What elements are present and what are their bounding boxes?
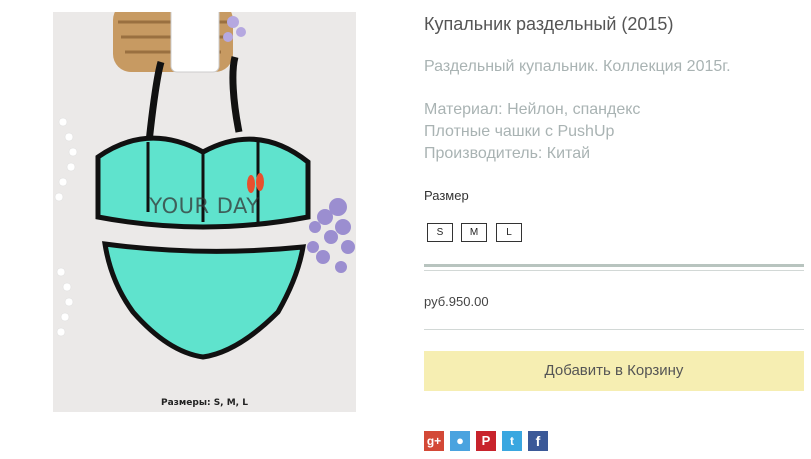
size-option-l[interactable]: L	[496, 223, 522, 242]
product-price: руб.950.00	[424, 294, 489, 309]
facebook-icon[interactable]: f	[528, 431, 548, 451]
odnoklassniki-icon[interactable]: ●	[450, 431, 470, 451]
add-to-cart-button[interactable]: Добавить в Корзину	[424, 351, 804, 391]
product-image[interactable]: YOUR DAY Размеры: S, M, L	[53, 12, 356, 412]
product-cups: Плотные чашки с PushUp	[424, 123, 615, 140]
image-caption: Размеры: S, M, L	[161, 398, 248, 408]
image-watermark: YOUR DAY	[149, 194, 260, 218]
bottle-decor	[170, 12, 220, 73]
size-label: Размер	[424, 188, 469, 203]
product-manufacturer: Производитель: Китай	[424, 145, 591, 162]
divider	[424, 270, 804, 271]
product-title: Купальник раздельный (2015)	[424, 14, 674, 34]
size-option-m[interactable]: M	[461, 223, 487, 242]
product-description: Раздельный купальник. Коллекция 2015г.	[424, 58, 731, 75]
size-option-s[interactable]: S	[427, 223, 453, 242]
twitter-icon[interactable]: t	[502, 431, 522, 451]
google-plus-icon[interactable]: g+	[424, 431, 444, 451]
divider	[424, 264, 804, 267]
pinterest-icon[interactable]: P	[476, 431, 496, 451]
product-material: Материал: Нейлон, спандекс	[424, 101, 641, 118]
share-bar: g+ ● Pt f	[424, 431, 554, 453]
divider	[424, 329, 804, 330]
